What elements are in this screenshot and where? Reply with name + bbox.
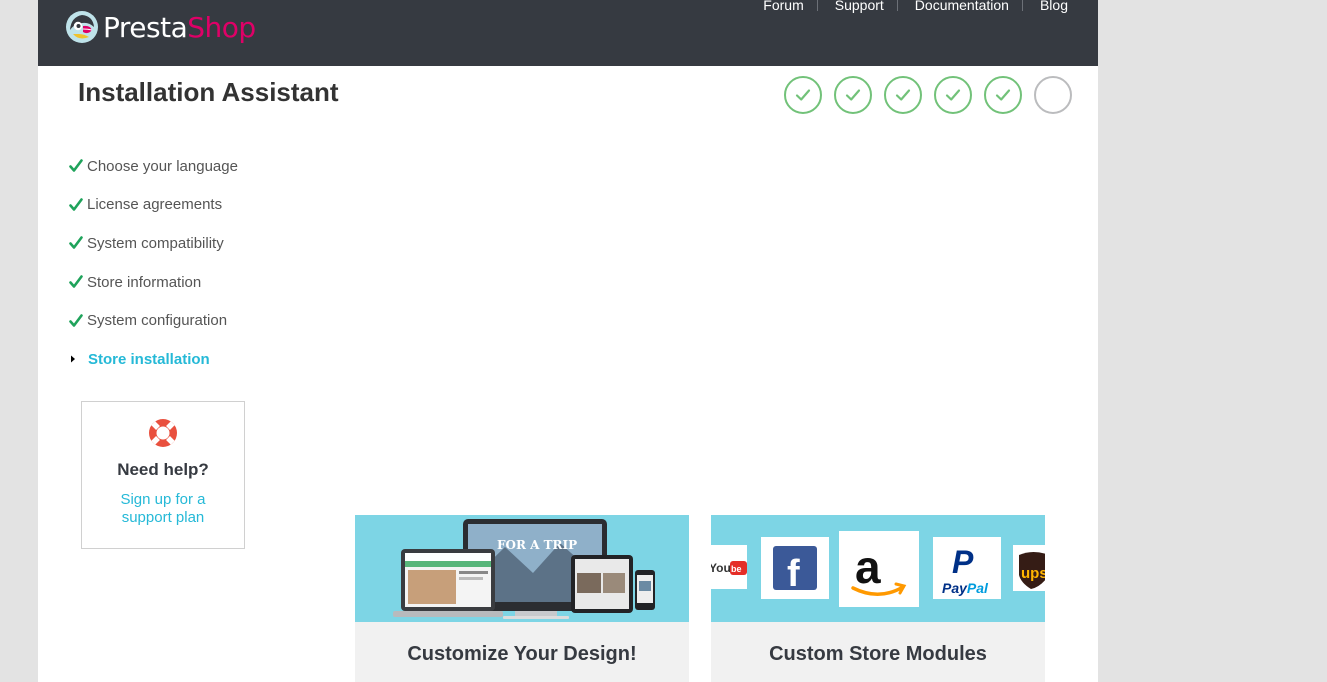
progress-step-6-pending — [1034, 76, 1072, 114]
installation-steps-list: Choose your language License agreements … — [69, 147, 238, 379]
check-icon — [69, 313, 83, 327]
facebook-logo-icon: f — [761, 537, 829, 599]
lifebuoy-icon — [146, 416, 180, 455]
checkmark-icon — [795, 89, 811, 101]
ups-logo-icon: ups — [1013, 545, 1045, 591]
nav-support-link[interactable]: Support — [835, 0, 884, 13]
nav-separator — [1021, 0, 1023, 11]
amazon-logo-icon: a — [839, 531, 919, 607]
page-title: Installation Assistant — [78, 77, 339, 107]
logo-wordmark: PrestaShop — [103, 11, 256, 44]
top-navigation: Forum Support Documentation Blog — [763, 0, 1068, 13]
step-label: System compatibility — [87, 234, 224, 252]
promo-modules-banner: You be f a P PayPal ups — [711, 515, 1045, 622]
step-label: Store information — [87, 273, 202, 291]
svg-text:a: a — [855, 541, 881, 593]
promo-customize-design[interactable]: FOR A TRIP Customize Your Design! — [355, 515, 689, 682]
nav-blog-link[interactable]: Blog — [1040, 0, 1068, 13]
checkmark-icon — [845, 89, 861, 101]
step-store-installation: Store installation — [69, 340, 238, 379]
checkmark-icon — [895, 89, 911, 101]
svg-text:PayPal: PayPal — [942, 580, 989, 596]
progress-step-4-complete — [934, 76, 972, 114]
puffin-logo-icon — [65, 10, 99, 44]
promo-design-banner: FOR A TRIP — [355, 515, 689, 622]
paypal-logo-icon: P PayPal — [933, 537, 1001, 599]
caret-right-icon — [71, 355, 75, 363]
promo-design-title: Customize Your Design! — [407, 643, 637, 665]
checkmark-icon — [945, 89, 961, 101]
progress-step-5-complete — [984, 76, 1022, 114]
checkmark-icon — [995, 89, 1011, 101]
prestashop-logo[interactable]: PrestaShop — [65, 9, 256, 45]
step-system-configuration: System configuration — [69, 301, 238, 340]
progress-step-3-complete — [884, 76, 922, 114]
svg-text:be: be — [731, 564, 742, 574]
support-plan-link[interactable]: Sign up for a support plan — [100, 491, 226, 527]
step-license-agreements: License agreements — [69, 186, 238, 225]
svg-text:P: P — [952, 544, 974, 580]
installer-page: PrestaShop Forum Support Documentation B… — [38, 0, 1098, 682]
need-help-title: Need help? — [117, 460, 209, 479]
progress-step-2-complete — [834, 76, 872, 114]
svg-text:f: f — [787, 553, 800, 595]
step-system-compatibility: System compatibility — [69, 224, 238, 263]
need-help-box: Need help? Sign up for a support plan — [81, 401, 245, 549]
progress-indicator — [784, 76, 1072, 114]
nav-separator — [816, 0, 818, 11]
progress-step-1-complete — [784, 76, 822, 114]
svg-text:ups: ups — [1021, 565, 1045, 582]
promo-custom-modules[interactable]: You be f a P PayPal ups Custom Store Mod… — [711, 515, 1045, 682]
check-icon — [69, 159, 83, 173]
logo-text-presta: Presta — [103, 10, 188, 44]
svg-text:You: You — [711, 561, 731, 575]
nav-forum-link[interactable]: Forum — [763, 0, 803, 13]
logo-text-shop: Shop — [187, 10, 256, 44]
top-header: PrestaShop Forum Support Documentation B… — [38, 0, 1098, 66]
step-choose-language: Choose your language — [69, 147, 238, 186]
partner-logos-icon: You be f a P PayPal ups — [711, 531, 1045, 607]
step-label: License agreements — [87, 196, 223, 214]
promo-modules-title: Custom Store Modules — [769, 643, 987, 665]
step-label: System configuration — [87, 312, 228, 330]
step-label: Store installation — [88, 350, 210, 368]
check-icon — [69, 236, 83, 250]
step-store-information: Store information — [69, 263, 238, 302]
youtube-logo-icon: You be — [711, 545, 747, 589]
nav-separator — [896, 0, 898, 11]
devices-mockup-icon: FOR A TRIP — [393, 519, 655, 619]
check-icon — [69, 275, 83, 288]
step-label: Choose your language — [87, 157, 238, 175]
svg-text:FOR A TRIP: FOR A TRIP — [497, 538, 577, 552]
check-icon — [69, 198, 83, 211]
nav-documentation-link[interactable]: Documentation — [915, 0, 1009, 13]
